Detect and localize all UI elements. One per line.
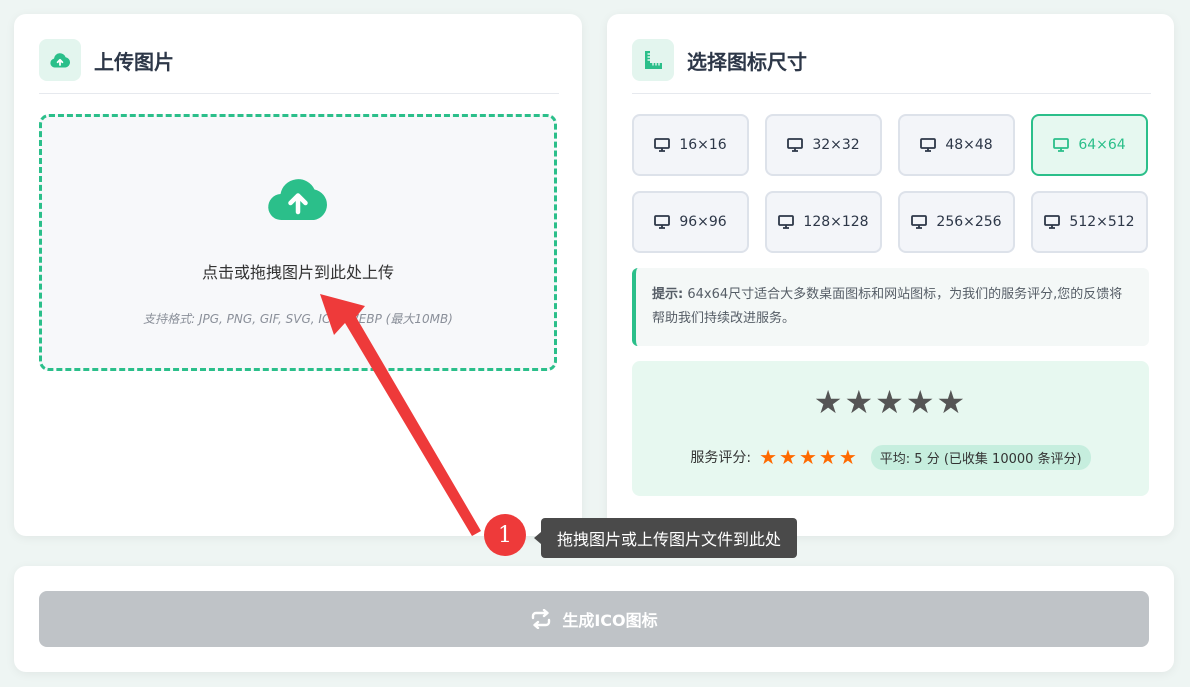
- size-option-64[interactable]: 64×64: [1031, 114, 1148, 176]
- generate-label: 生成ICO图标: [562, 611, 658, 630]
- size-option-label: 48×48: [945, 137, 993, 153]
- upload-dropzone[interactable]: 点击或拖拽图片到此处上传 支持格式: JPG, PNG, GIF, SVG, I…: [39, 114, 557, 371]
- size-option-128[interactable]: 128×128: [765, 191, 882, 253]
- star-icon: ★: [759, 445, 778, 469]
- size-option-label: 512×512: [1069, 214, 1135, 230]
- monitor-icon: [654, 215, 671, 229]
- star-icon: ★: [838, 445, 857, 469]
- upload-header: 上传图片: [39, 39, 559, 94]
- rating-summary: 服务评分: ★ ★ ★ ★ ★ 平均: 5 分 (已收集 10000 条评分): [632, 443, 1149, 471]
- size-title: 选择图标尺寸: [687, 50, 807, 74]
- supported-formats: 支持格式: JPG, PNG, GIF, SVG, ICO, WEBP (最大1…: [143, 312, 453, 326]
- cloud-upload-icon: [39, 39, 81, 81]
- tip-label: 提示:: [652, 287, 684, 302]
- monitor-icon: [787, 138, 804, 152]
- rating-label: 服务评分:: [690, 450, 752, 466]
- monitor-icon: [654, 138, 671, 152]
- action-card: 生成ICO图标: [14, 566, 1174, 672]
- annotation-tooltip: 拖拽图片或上传图片文件到此处: [533, 518, 798, 558]
- monitor-icon: [920, 138, 937, 152]
- rating-stars-display: ★ ★ ★ ★ ★: [759, 445, 859, 469]
- star-icon: ★: [798, 445, 817, 469]
- size-option-96[interactable]: 96×96: [632, 191, 749, 253]
- size-option-512[interactable]: 512×512: [1031, 191, 1148, 253]
- size-option-256[interactable]: 256×256: [898, 191, 1015, 253]
- size-option-32[interactable]: 32×32: [765, 114, 882, 176]
- annotation-step-badge: 1: [484, 514, 526, 556]
- generate-ico-button[interactable]: 生成ICO图标: [39, 591, 1149, 647]
- dropzone-text: 点击或拖拽图片到此处上传: [201, 263, 394, 282]
- monitor-icon: [1053, 138, 1070, 152]
- size-option-label: 256×256: [936, 214, 1002, 230]
- rating-box: ★★★★★ 服务评分: ★ ★ ★ ★ ★ 平均: 5 分 (已收集 10000…: [632, 361, 1149, 496]
- monitor-icon: [1044, 215, 1061, 229]
- size-option-label: 128×128: [803, 214, 869, 230]
- rating-stars-input[interactable]: ★★★★★: [632, 383, 1149, 421]
- size-tip: 提示: 64x64尺寸适合大多数桌面图标和网站图标，为我们的服务评分,您的反馈将…: [632, 268, 1149, 346]
- size-options: 16×16 32×32 48×48 64×64 96×96 128×128 25…: [632, 114, 1149, 253]
- size-option-label: 32×32: [812, 137, 860, 153]
- size-option-16[interactable]: 16×16: [632, 114, 749, 176]
- size-option-label: 96×96: [679, 214, 727, 230]
- star-icon: ★: [818, 445, 837, 469]
- size-option-label: 16×16: [679, 137, 727, 153]
- ruler-icon: [632, 39, 674, 81]
- tip-text: 64x64尺寸适合大多数桌面图标和网站图标，为我们的服务评分,您的反馈将帮助我们…: [652, 287, 1123, 326]
- star-icon: ★: [779, 445, 797, 469]
- size-header: 选择图标尺寸: [632, 39, 1151, 94]
- monitor-icon: [911, 215, 928, 229]
- monitor-icon: [778, 215, 795, 229]
- size-option-48[interactable]: 48×48: [898, 114, 1015, 176]
- refresh-icon: [532, 609, 551, 629]
- size-option-label: 64×64: [1078, 137, 1126, 153]
- size-card: 选择图标尺寸 16×16 32×32 48×48 64×64 96×96 128…: [607, 14, 1174, 536]
- average-rating-badge: 平均: 5 分 (已收集 10000 条评分): [870, 444, 1091, 470]
- upload-title: 上传图片: [94, 50, 174, 74]
- upload-card: 上传图片 点击或拖拽图片到此处上传 支持格式: JPG, PNG, GIF, S…: [14, 14, 582, 536]
- cloud-upload-large-icon: [266, 175, 330, 225]
